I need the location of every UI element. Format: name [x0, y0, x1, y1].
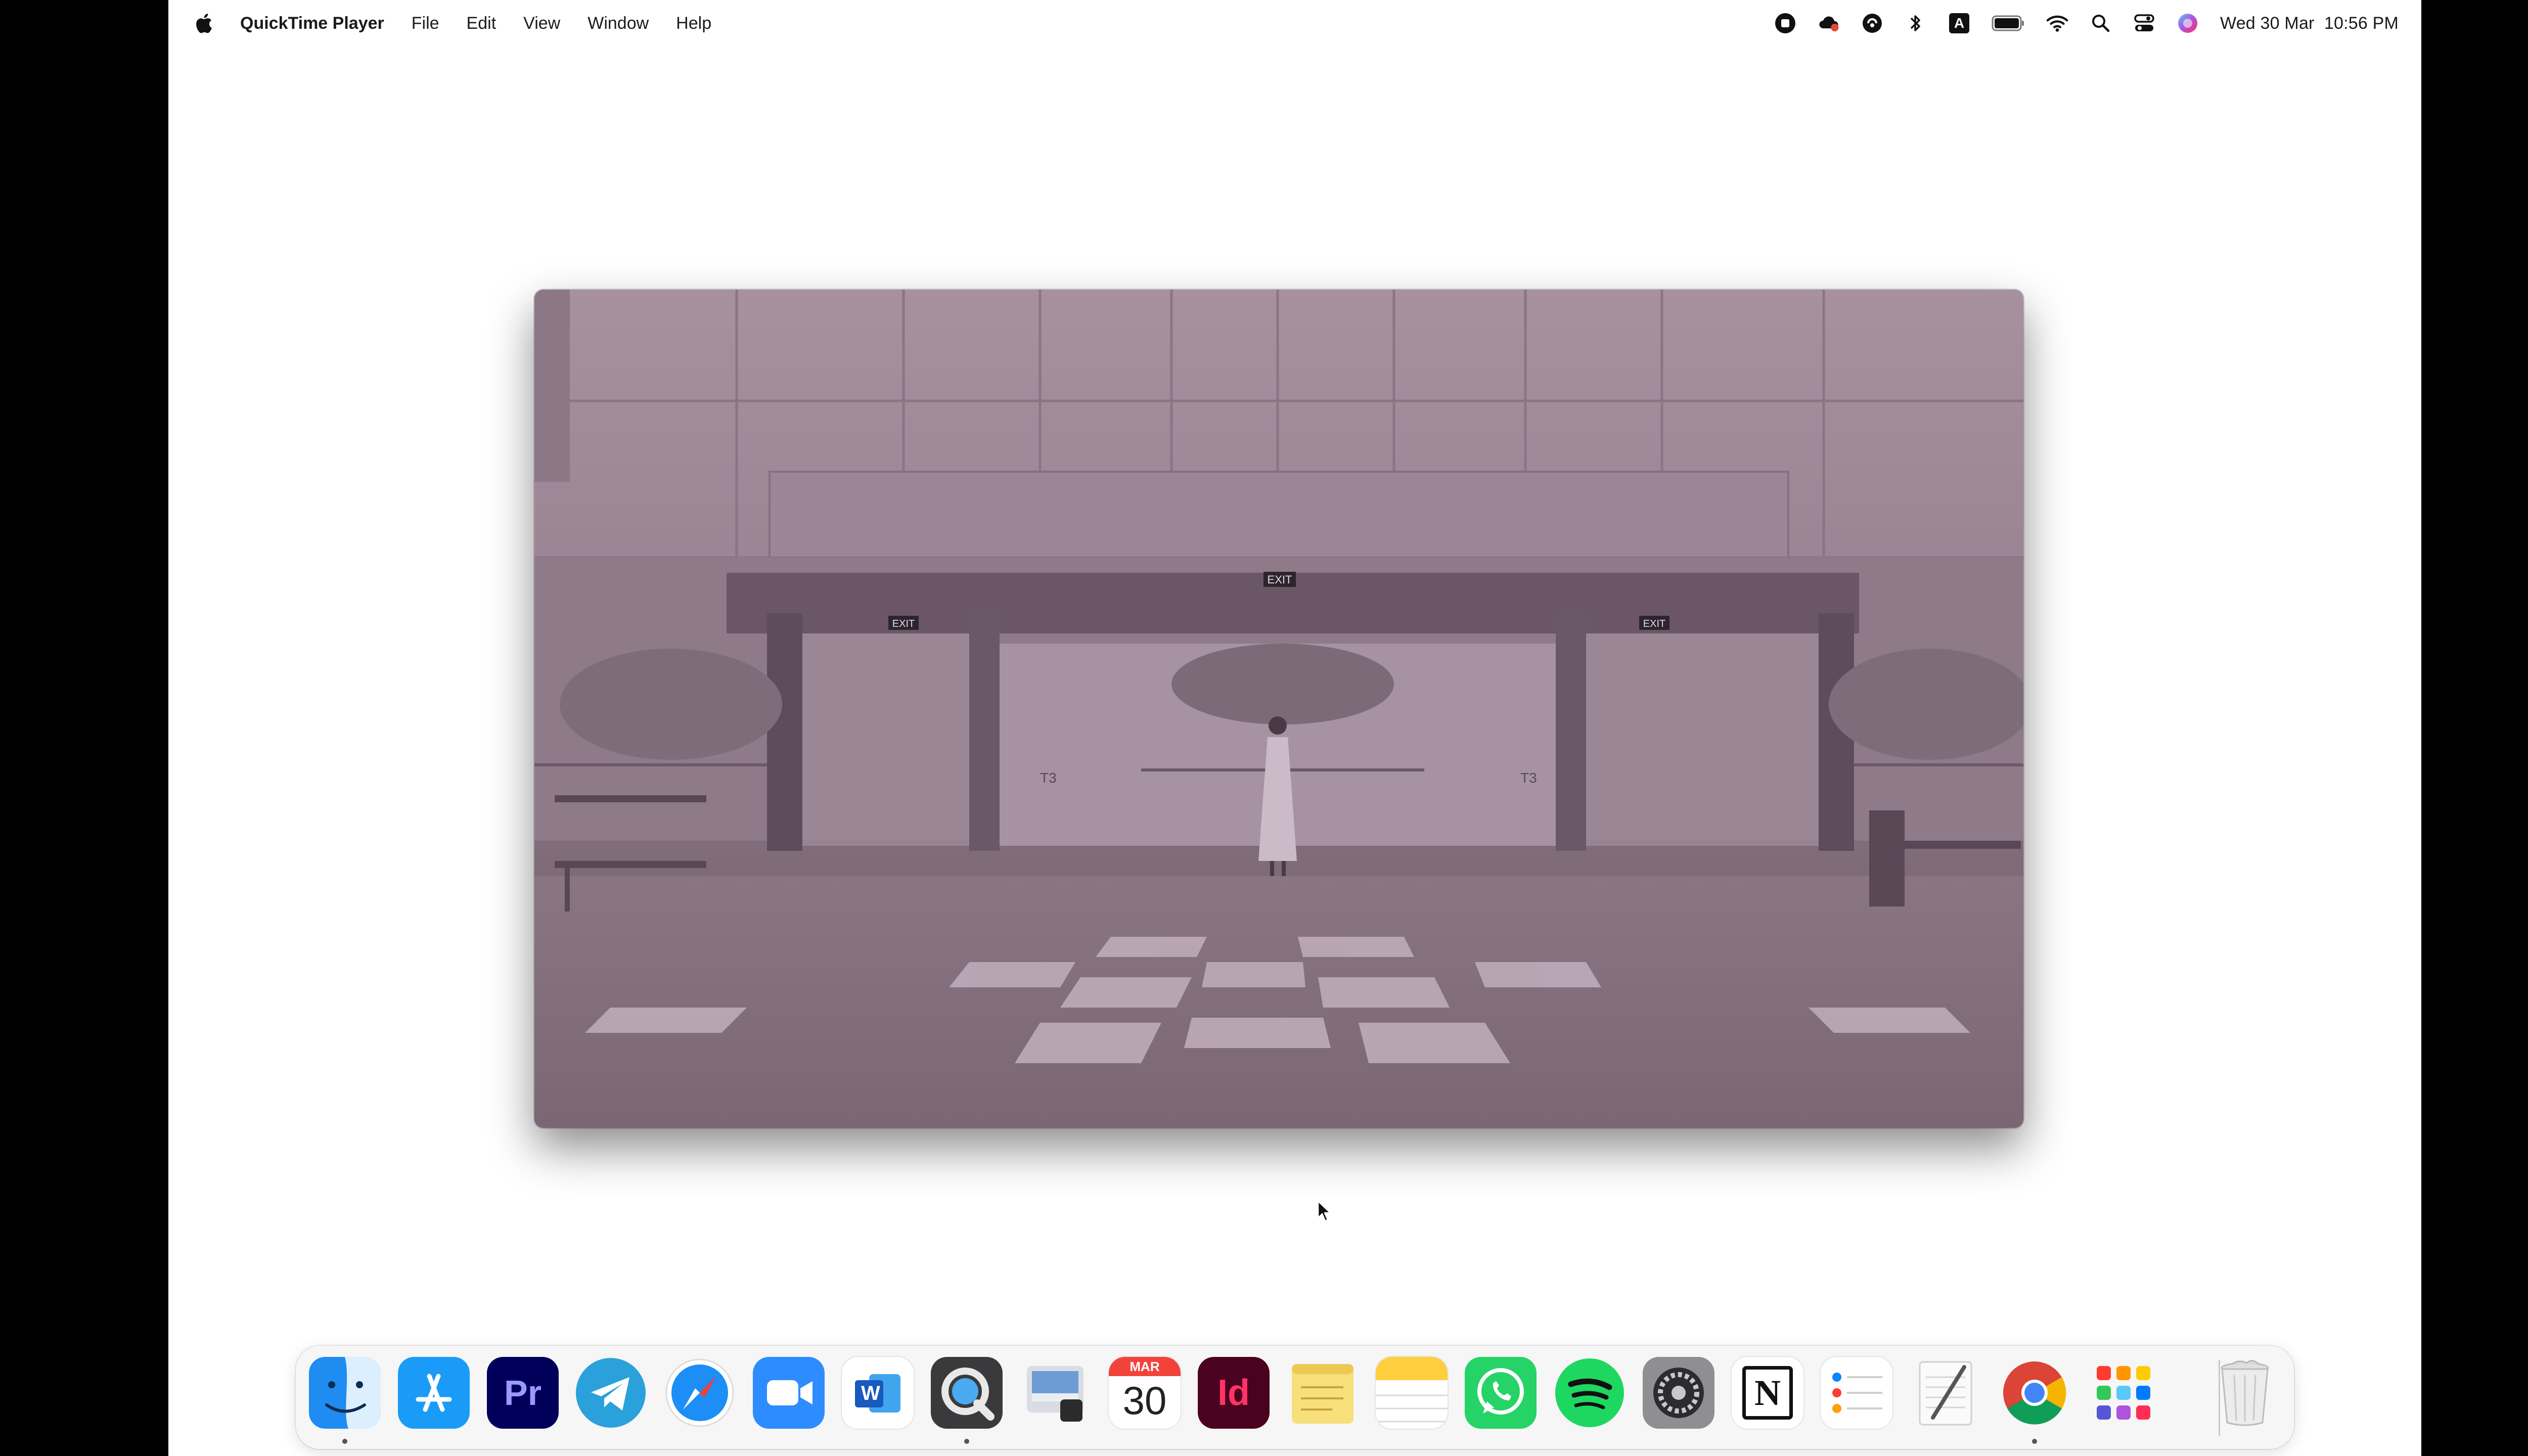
dock-premiere-pro[interactable]: Pr [487, 1357, 559, 1429]
dock-stickies[interactable] [1287, 1357, 1359, 1429]
dock-word[interactable]: W [842, 1357, 914, 1429]
input-source-icon[interactable]: A [1948, 12, 1970, 34]
dock-telegram[interactable] [575, 1357, 647, 1429]
app-menu-quicktime[interactable]: QuickTime Player [240, 14, 384, 33]
desktop: QuickTime Player File Edit View Window H… [168, 0, 2421, 1456]
dock-separator [2219, 1360, 2220, 1436]
menu-help[interactable]: Help [676, 14, 711, 33]
zoom-icon [767, 1380, 812, 1405]
dock-safari[interactable] [664, 1357, 736, 1429]
dock-indesign[interactable]: Id [1198, 1357, 1270, 1429]
dock-launchpad[interactable] [2088, 1357, 2159, 1429]
input-source-letter: A [1954, 15, 1965, 31]
launchpad-icon [2097, 1366, 2150, 1420]
dock-finder[interactable] [309, 1357, 381, 1429]
indesign-icon: Id [1217, 1373, 1250, 1413]
creative-cloud-icon[interactable] [1818, 12, 1840, 34]
menu-view[interactable]: View [523, 14, 560, 33]
menu-bar-clock[interactable]: Wed 30 Mar 10:56 PM [2220, 14, 2399, 33]
exit-sign-right: EXIT [1643, 618, 1665, 629]
siri-icon[interactable] [2177, 12, 2199, 34]
exit-sign-left: EXIT [892, 618, 915, 629]
dock-notes[interactable] [1376, 1357, 1448, 1429]
running-indicator-chrome [2032, 1439, 2037, 1444]
menu-edit[interactable]: Edit [467, 14, 496, 33]
bluetooth-icon[interactable] [1905, 12, 1927, 34]
chrome-icon [2003, 1361, 2066, 1425]
calendar-icon-day: 30 [1122, 1378, 1167, 1423]
finder-icon [309, 1357, 381, 1429]
dock-preview[interactable] [1020, 1357, 1092, 1429]
word-icon: W [861, 1382, 880, 1404]
premiere-icon: Pr [504, 1373, 541, 1413]
menu-window[interactable]: Window [588, 14, 649, 33]
notion-icon: N [1754, 1372, 1781, 1413]
dock-chrome[interactable] [1999, 1357, 2070, 1429]
apple-menu-icon[interactable] [194, 12, 213, 34]
running-indicator-finder [342, 1439, 347, 1444]
mouse-cursor-icon [1317, 1200, 1331, 1222]
calendar-icon-month: MAR [1109, 1357, 1181, 1376]
quicktime-icon [941, 1368, 995, 1421]
dock-zoom[interactable] [753, 1357, 825, 1429]
reminders-icon [1832, 1373, 1882, 1413]
stickies-icon [1292, 1364, 1353, 1424]
battery-icon[interactable] [1992, 12, 2025, 34]
spotlight-icon[interactable] [2090, 12, 2112, 34]
vpn-icon[interactable] [1861, 12, 1883, 34]
wifi-icon[interactable] [2046, 12, 2068, 34]
screen-record-icon[interactable] [1774, 12, 1796, 34]
terminal-label-right: T3 [1520, 770, 1537, 786]
video-frame-airport-terminal: EXIT EXIT EXIT T3 T3 [534, 290, 2023, 1128]
quicktime-video-window[interactable]: EXIT EXIT EXIT T3 T3 [534, 290, 2023, 1128]
whatsapp-icon [1477, 1368, 1524, 1415]
dock-whatsapp[interactable] [1465, 1357, 1537, 1429]
dock-app-store[interactable] [398, 1357, 470, 1429]
app-store-icon [398, 1357, 470, 1429]
dock: Pr W MAR 30 Id N [296, 1346, 2294, 1449]
telegram-icon [576, 1358, 646, 1428]
textedit-icon [1919, 1361, 1972, 1426]
dock-quicktime[interactable] [931, 1357, 1003, 1429]
dock-calendar[interactable]: MAR 30 [1109, 1357, 1181, 1429]
notes-icon [1376, 1357, 1448, 1423]
terminal-label-left: T3 [1040, 770, 1057, 786]
dock-textedit[interactable] [1910, 1357, 1981, 1429]
dock-notion[interactable]: N [1732, 1357, 1803, 1429]
system-preferences-icon [1643, 1357, 1714, 1429]
running-indicator-quicktime [964, 1439, 969, 1444]
control-center-icon[interactable] [2133, 12, 2155, 34]
dock-spotify[interactable] [1554, 1357, 1626, 1429]
exit-sign-center: EXIT [1268, 573, 1292, 586]
menu-bar: QuickTime Player File Edit View Window H… [168, 0, 2421, 47]
spotify-icon [1555, 1358, 1624, 1427]
safari-icon [665, 1358, 734, 1427]
dock-reminders[interactable] [1821, 1357, 1892, 1429]
preview-icon [1027, 1366, 1084, 1422]
menu-file[interactable]: File [412, 14, 439, 33]
dock-system-preferences[interactable] [1643, 1357, 1714, 1429]
